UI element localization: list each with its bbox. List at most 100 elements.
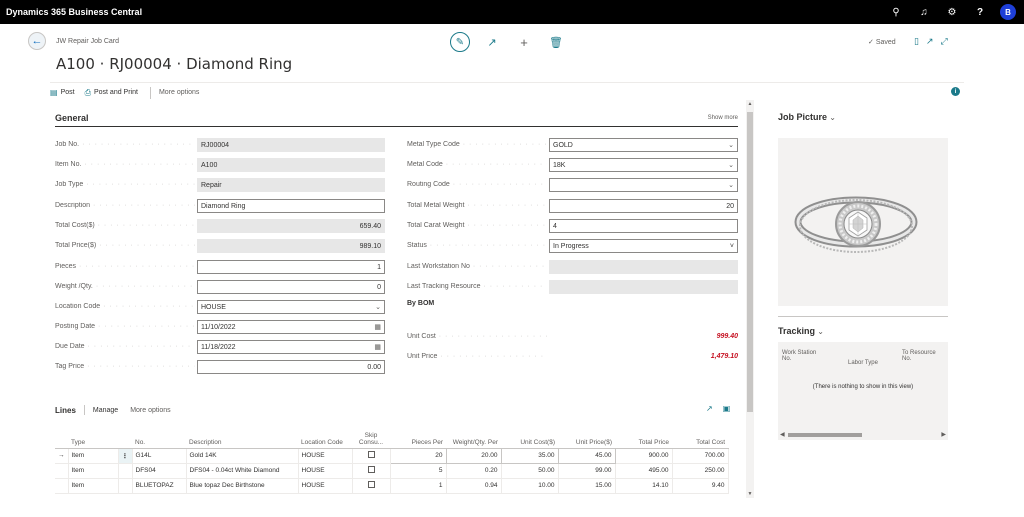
job-picture[interactable]	[778, 138, 948, 306]
lines-more-options-button[interactable]: More options	[130, 407, 170, 414]
column-header[interactable]: Total Cost	[672, 428, 728, 449]
lines-title[interactable]: Lines	[55, 406, 76, 415]
checkbox[interactable]	[367, 466, 375, 473]
checkbox[interactable]	[367, 481, 375, 488]
weight-qty-per-cell[interactable]: 0.94	[446, 478, 502, 494]
metal-code-select[interactable]: 18K ⌄	[549, 158, 738, 172]
pieces-input[interactable]: 1	[197, 260, 385, 274]
row-actions-menu-icon[interactable]: ⋮	[118, 448, 133, 464]
manage-button[interactable]: Manage	[93, 407, 118, 414]
field-label: Location Code	[55, 303, 195, 310]
table-row[interactable]: → Item ⋮ G14L Gold 14K HOUSE 20 20.00 35…	[55, 447, 729, 464]
posting-date-input[interactable]: 11/10/2022 ▦	[197, 320, 385, 334]
tag-price-input[interactable]: 0.00	[197, 360, 385, 374]
settings-icon[interactable]: ⚙	[938, 7, 966, 18]
table-row[interactable]: Item BLUETOPAZ Blue topaz Dec Birthstone…	[55, 478, 729, 494]
column-header[interactable]: Unit Cost($)	[501, 428, 558, 449]
status-select[interactable]: In Progress ˅	[549, 239, 738, 253]
delete-trash-icon[interactable]: 🗑	[546, 36, 566, 49]
back-arrow-icon[interactable]: ←	[28, 32, 46, 50]
weight-qty-input[interactable]: 0	[197, 280, 385, 294]
scroll-down-icon[interactable]: ▼	[746, 491, 754, 497]
pieces-per-cell[interactable]: 20	[389, 447, 447, 464]
general-title[interactable]: General	[55, 113, 89, 123]
expand-icon[interactable]: ▣	[723, 404, 731, 413]
description-cell[interactable]: DFS04 - 0.04ct White Diamond	[186, 463, 299, 479]
calendar-icon[interactable]: ▦	[374, 323, 381, 331]
description-cell[interactable]: Gold 14K	[186, 448, 299, 464]
new-plus-icon[interactable]: +	[514, 35, 534, 50]
column-header[interactable]: Unit Price($)	[558, 428, 615, 449]
type-cell[interactable]: Item	[68, 478, 119, 494]
weight-qty-per-cell[interactable]: 0.20	[446, 463, 502, 479]
column-header[interactable]: Total Price	[615, 428, 672, 449]
location-code-select[interactable]: HOUSE ⌄	[197, 300, 385, 314]
description-cell[interactable]: Blue topaz Dec Birthstone	[186, 478, 299, 494]
job-picture-header[interactable]: Job Picture ⌄	[778, 112, 836, 122]
weight-qty-per-cell[interactable]: 20.00	[445, 447, 502, 464]
share-icon[interactable]: ↗	[482, 36, 502, 49]
no-cell[interactable]: DFS04	[132, 463, 187, 479]
unit-price-cell[interactable]: 99.00	[558, 463, 616, 479]
skip-consumption-checkbox[interactable]	[352, 478, 391, 494]
table-row[interactable]: Item DFS04 DFS04 - 0.04ct White Diamond …	[55, 463, 729, 479]
show-more-link[interactable]: Show more	[708, 115, 738, 121]
total-metal-weight-input[interactable]: 20	[549, 199, 738, 213]
more-options-button[interactable]: More options	[159, 89, 199, 96]
description-input[interactable]: Diamond Ring	[197, 199, 385, 213]
type-cell[interactable]: Item	[68, 463, 119, 479]
unit-cost-cell[interactable]: 50.00	[501, 463, 559, 479]
location-cell[interactable]: HOUSE	[298, 463, 353, 479]
tracking-header[interactable]: Tracking ⌄	[778, 326, 824, 336]
share-icon[interactable]: ↗	[706, 404, 713, 413]
calendar-icon[interactable]: ▦	[374, 343, 381, 351]
column-header[interactable]: Pieces Per	[390, 428, 446, 449]
collapse-icon[interactable]: ⤢	[941, 36, 948, 47]
info-icon[interactable]: i	[951, 87, 960, 96]
unit-cost-cell[interactable]: 35.00	[500, 447, 559, 464]
scrollbar-thumb[interactable]	[788, 433, 862, 437]
notifications-icon[interactable]: ♫	[910, 7, 938, 18]
column-header[interactable]: Skip Consu...	[352, 428, 390, 449]
column-header[interactable]: Labor Type	[848, 360, 888, 366]
location-cell[interactable]: HOUSE	[298, 448, 353, 464]
column-header[interactable]: Weight/Qty. Per	[446, 428, 501, 449]
horizontal-scrollbar[interactable]: ◀ ▶	[778, 432, 948, 438]
routing-code-select[interactable]: ⌄	[549, 178, 738, 192]
post-and-print-button[interactable]: ⎙ Post and Print	[85, 88, 138, 98]
bookmark-icon[interactable]: ▯	[914, 36, 919, 47]
page-scrollbar[interactable]: ▲ ▼	[746, 100, 754, 498]
column-header[interactable]: Description	[186, 428, 298, 449]
help-icon[interactable]: ?	[966, 7, 994, 18]
type-cell[interactable]: Item	[68, 448, 119, 464]
scroll-right-icon[interactable]: ▶	[941, 431, 946, 438]
post-button[interactable]: ▤ Post	[50, 88, 75, 97]
no-cell[interactable]: BLUETOPAZ	[132, 478, 187, 494]
due-date-input[interactable]: 11/18/2022 ▦	[197, 340, 385, 354]
unit-cost-cell[interactable]: 10.00	[501, 478, 559, 494]
unit-price-cell[interactable]: 15.00	[558, 478, 616, 494]
scroll-left-icon[interactable]: ◀	[780, 431, 785, 438]
column-header[interactable]: Work Station No.	[782, 350, 824, 362]
app-title[interactable]: Dynamics 365 Business Central	[0, 7, 882, 17]
search-icon[interactable]: ⚲	[882, 7, 910, 18]
edit-pencil-icon[interactable]: ✎	[450, 32, 470, 52]
metal-type-code-select[interactable]: GOLD ⌄	[549, 138, 738, 152]
column-header[interactable]: Location Code	[298, 428, 352, 449]
pieces-per-cell[interactable]: 5	[390, 463, 447, 479]
avatar[interactable]: B	[1000, 4, 1016, 20]
column-header[interactable]: To Resource No.	[902, 350, 944, 362]
column-header[interactable]: Type	[68, 428, 118, 449]
location-cell[interactable]: HOUSE	[298, 478, 353, 494]
scrollbar-thumb[interactable]	[747, 112, 753, 412]
total-carat-weight-input[interactable]: 4	[549, 219, 738, 233]
skip-consumption-checkbox[interactable]	[352, 448, 391, 464]
no-cell[interactable]: G14L	[132, 448, 187, 464]
open-new-window-icon[interactable]: ↗	[926, 36, 934, 47]
checkbox[interactable]	[367, 451, 375, 458]
scroll-up-icon[interactable]: ▲	[746, 101, 754, 107]
unit-price-cell[interactable]: 45.00	[557, 447, 616, 464]
skip-consumption-checkbox[interactable]	[352, 463, 391, 479]
column-header[interactable]: No.	[132, 428, 186, 449]
pieces-per-cell[interactable]: 1	[390, 478, 447, 494]
